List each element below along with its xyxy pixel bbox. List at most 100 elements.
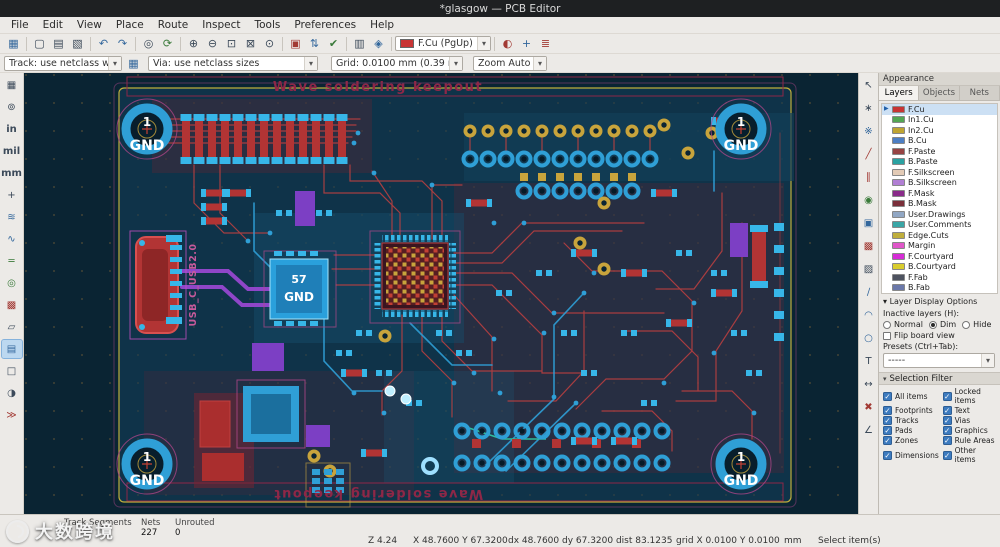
checkbox-icon[interactable]	[883, 332, 891, 340]
route-tracks-tool[interactable]: ╱	[859, 146, 878, 162]
filter-vias[interactable]: ✓Vias	[943, 416, 996, 425]
rule-area-tool[interactable]: ▨	[859, 261, 878, 277]
layer-row-f-fab[interactable]: F.Fab	[882, 272, 997, 283]
layer-swatch[interactable]	[892, 263, 905, 270]
inactive-normal-radio[interactable]: Normal	[883, 320, 923, 329]
layer-row-b-courtyard[interactable]: B.Courtyard	[882, 262, 997, 273]
inactive-dim-radio[interactable]: Dim	[929, 320, 956, 329]
filter-footprints[interactable]: ✓Footprints	[883, 406, 941, 415]
draw-zone-tool[interactable]: ▩	[859, 238, 878, 254]
save-button[interactable]: ▦	[4, 35, 23, 52]
layer-swatch[interactable]	[892, 190, 905, 197]
layer-display-button[interactable]: ▥	[350, 35, 369, 52]
zoom-out-button[interactable]: ⊖	[203, 35, 222, 52]
update-pcb-button[interactable]: ⇅	[305, 35, 324, 52]
selection-filter-header[interactable]: ▾Selection Filter	[879, 372, 1000, 385]
menu-route[interactable]: Route	[151, 19, 195, 31]
inactive-hide-radio[interactable]: Hide	[962, 320, 991, 329]
place-via-tool[interactable]: ◉	[859, 192, 878, 208]
silkscreen-text-bottom[interactable]: Wave soldering keepout	[273, 486, 483, 501]
undo-button[interactable]: ↶	[94, 35, 113, 52]
usb-connector[interactable]: USB_C_USB2.0	[130, 231, 199, 339]
layer-row-b-silkscreen[interactable]: B.Silkscreen	[882, 178, 997, 189]
layer-swatch[interactable]	[892, 179, 905, 186]
main-ic[interactable]	[370, 231, 460, 323]
layer-row-f-paste[interactable]: F.Paste	[882, 146, 997, 157]
mounting-hole[interactable]	[117, 99, 177, 159]
page-settings-button[interactable]: ▢	[30, 35, 49, 52]
draw-line-tool[interactable]: ∕	[859, 284, 878, 300]
select-tool[interactable]: ↖	[859, 77, 878, 93]
layer-swatch[interactable]	[892, 242, 905, 249]
refresh-button[interactable]: ⟳	[158, 35, 177, 52]
menu-help[interactable]: Help	[363, 19, 401, 31]
filter-pads[interactable]: ✓Pads	[883, 426, 941, 435]
pad-outline-toggle[interactable]: □	[2, 362, 22, 380]
layer-swatch[interactable]	[892, 127, 905, 134]
layer-swatch[interactable]	[892, 232, 905, 239]
mounting-hole[interactable]	[117, 434, 177, 494]
layer-row-f-silkscreen[interactable]: F.Silkscreen	[882, 167, 997, 178]
presets-selector[interactable]: ----- ▾	[883, 353, 995, 368]
layer-swatch[interactable]	[892, 116, 905, 123]
filter-text[interactable]: ✓Text	[943, 406, 996, 415]
checkbox-checked-icon[interactable]: ✓	[883, 406, 892, 415]
draw-arc-tool[interactable]: ◠	[859, 307, 878, 323]
filter-locked-items[interactable]: ✓Locked items	[943, 387, 996, 405]
track-width-selector[interactable]: Track: use netclass width ▾	[4, 56, 122, 71]
layer-swatch[interactable]	[892, 137, 905, 144]
layer-pair-button[interactable]: ◐	[498, 35, 517, 52]
edit-grids-button[interactable]: ▦	[124, 55, 143, 72]
flip-board-view-checkbox[interactable]: Flip board view	[879, 330, 1000, 341]
highlight-net-tool[interactable]: ∗	[859, 100, 878, 116]
track-outline-toggle[interactable]: ═	[2, 252, 22, 270]
zoom-selection-button[interactable]: ⊠	[241, 35, 260, 52]
redo-button[interactable]: ↷	[113, 35, 132, 52]
menu-place[interactable]: Place	[109, 19, 151, 31]
zone-outline-toggle[interactable]: ▱	[2, 318, 22, 336]
zone-fill-toggle[interactable]: ▩	[2, 296, 22, 314]
layer-swatch[interactable]	[892, 253, 905, 260]
grid-visibility-toggle[interactable]: ▦	[2, 76, 22, 94]
filter-rule-areas[interactable]: ✓Rule Areas	[943, 436, 996, 445]
layer-row-f-cu[interactable]: ▶F.Cu	[882, 104, 997, 115]
layer-row-b-cu[interactable]: B.Cu	[882, 136, 997, 147]
layer-swatch[interactable]	[892, 200, 905, 207]
checkbox-checked-icon[interactable]: ✓	[883, 392, 892, 401]
checkbox-checked-icon[interactable]: ✓	[943, 416, 952, 425]
scripting-console-button[interactable]: ≣	[536, 35, 555, 52]
appearance-manager-toggle[interactable]: ▤	[2, 340, 22, 358]
mounting-hole[interactable]	[711, 434, 771, 494]
layer-row-edge-cuts[interactable]: Edge.Cuts	[882, 230, 997, 241]
layer-swatch[interactable]	[892, 158, 905, 165]
units-mils-button[interactable]: mil	[2, 142, 22, 160]
filter-zones[interactable]: ✓Zones	[883, 436, 941, 445]
layer-swatch[interactable]	[892, 106, 905, 113]
add-footprint-tool[interactable]: ▣	[859, 215, 878, 231]
layer-row-f-courtyard[interactable]: F.Courtyard	[882, 251, 997, 262]
layer-row-f-mask[interactable]: F.Mask	[882, 188, 997, 199]
zoom-selector[interactable]: Zoom Auto ▾	[473, 56, 547, 71]
zoom-fit-button[interactable]: ⊡	[222, 35, 241, 52]
find-button[interactable]: ◎	[139, 35, 158, 52]
layer-swatch[interactable]	[892, 284, 905, 291]
checkbox-checked-icon[interactable]: ✓	[943, 406, 952, 415]
curved-ratsnest-toggle[interactable]: ∿	[2, 230, 22, 248]
pcb-canvas[interactable]: 1 GND	[24, 73, 858, 514]
layer-swatch[interactable]	[892, 169, 905, 176]
tab-objects[interactable]: Objects	[919, 86, 959, 100]
layer-swatch[interactable]	[892, 211, 905, 218]
checkbox-checked-icon[interactable]: ✓	[943, 392, 952, 401]
checkbox-checked-icon[interactable]: ✓	[883, 426, 892, 435]
print-button[interactable]: ▤	[49, 35, 68, 52]
menu-preferences[interactable]: Preferences	[287, 19, 363, 31]
menu-file[interactable]: File	[4, 19, 36, 31]
polar-coordinates-toggle[interactable]: ⊚	[2, 98, 22, 116]
filter-dimensions[interactable]: ✓Dimensions	[883, 446, 941, 464]
layer-row-b-mask[interactable]: B.Mask	[882, 199, 997, 210]
active-layer-selector[interactable]: F.Cu (PgUp) ▾	[395, 36, 491, 51]
drc-button[interactable]: ✔	[324, 35, 343, 52]
units-mm-button[interactable]: mm	[2, 164, 22, 182]
dimension-tool[interactable]: ↔	[859, 376, 878, 392]
checkbox-checked-icon[interactable]: ✓	[883, 451, 892, 460]
